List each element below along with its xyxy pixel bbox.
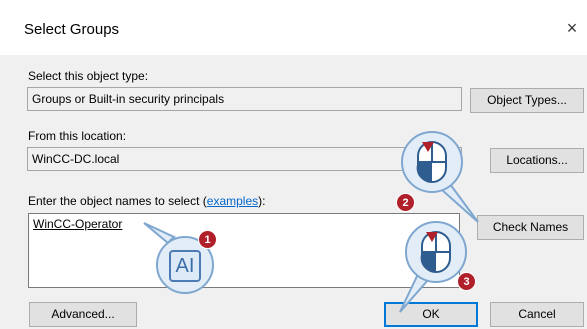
examples-link[interactable]: examples xyxy=(207,194,258,208)
dialog-title: Select Groups xyxy=(24,21,120,38)
object-names-value: WinCC-Operator xyxy=(33,217,123,231)
close-icon[interactable]: × xyxy=(561,17,583,39)
object-names-label-prefix: Enter the object names to select ( xyxy=(28,194,207,208)
select-groups-dialog: Select Groups × Select this object type:… xyxy=(0,0,587,329)
locations-button[interactable]: Locations... xyxy=(490,148,584,173)
step-1-badge: 1 xyxy=(198,230,217,249)
step-2-badge: 2 xyxy=(396,193,415,212)
title-bar: Select Groups × xyxy=(0,0,587,55)
cancel-button[interactable]: Cancel xyxy=(490,302,584,327)
object-type-field: Groups or Built-in security principals xyxy=(27,87,462,111)
object-names-label: Enter the object names to select (exampl… xyxy=(28,194,265,208)
object-types-button[interactable]: Object Types... xyxy=(470,88,584,113)
object-names-label-suffix: ): xyxy=(258,194,266,208)
check-names-button[interactable]: Check Names xyxy=(477,215,584,240)
callout-mouse-ok xyxy=(399,221,467,313)
step-3-badge: 3 xyxy=(457,272,476,291)
text-cursor-icon: AI xyxy=(169,250,201,282)
location-label: From this location: xyxy=(28,129,127,143)
object-type-label: Select this object type: xyxy=(28,69,149,83)
advanced-button[interactable]: Advanced... xyxy=(29,302,137,327)
